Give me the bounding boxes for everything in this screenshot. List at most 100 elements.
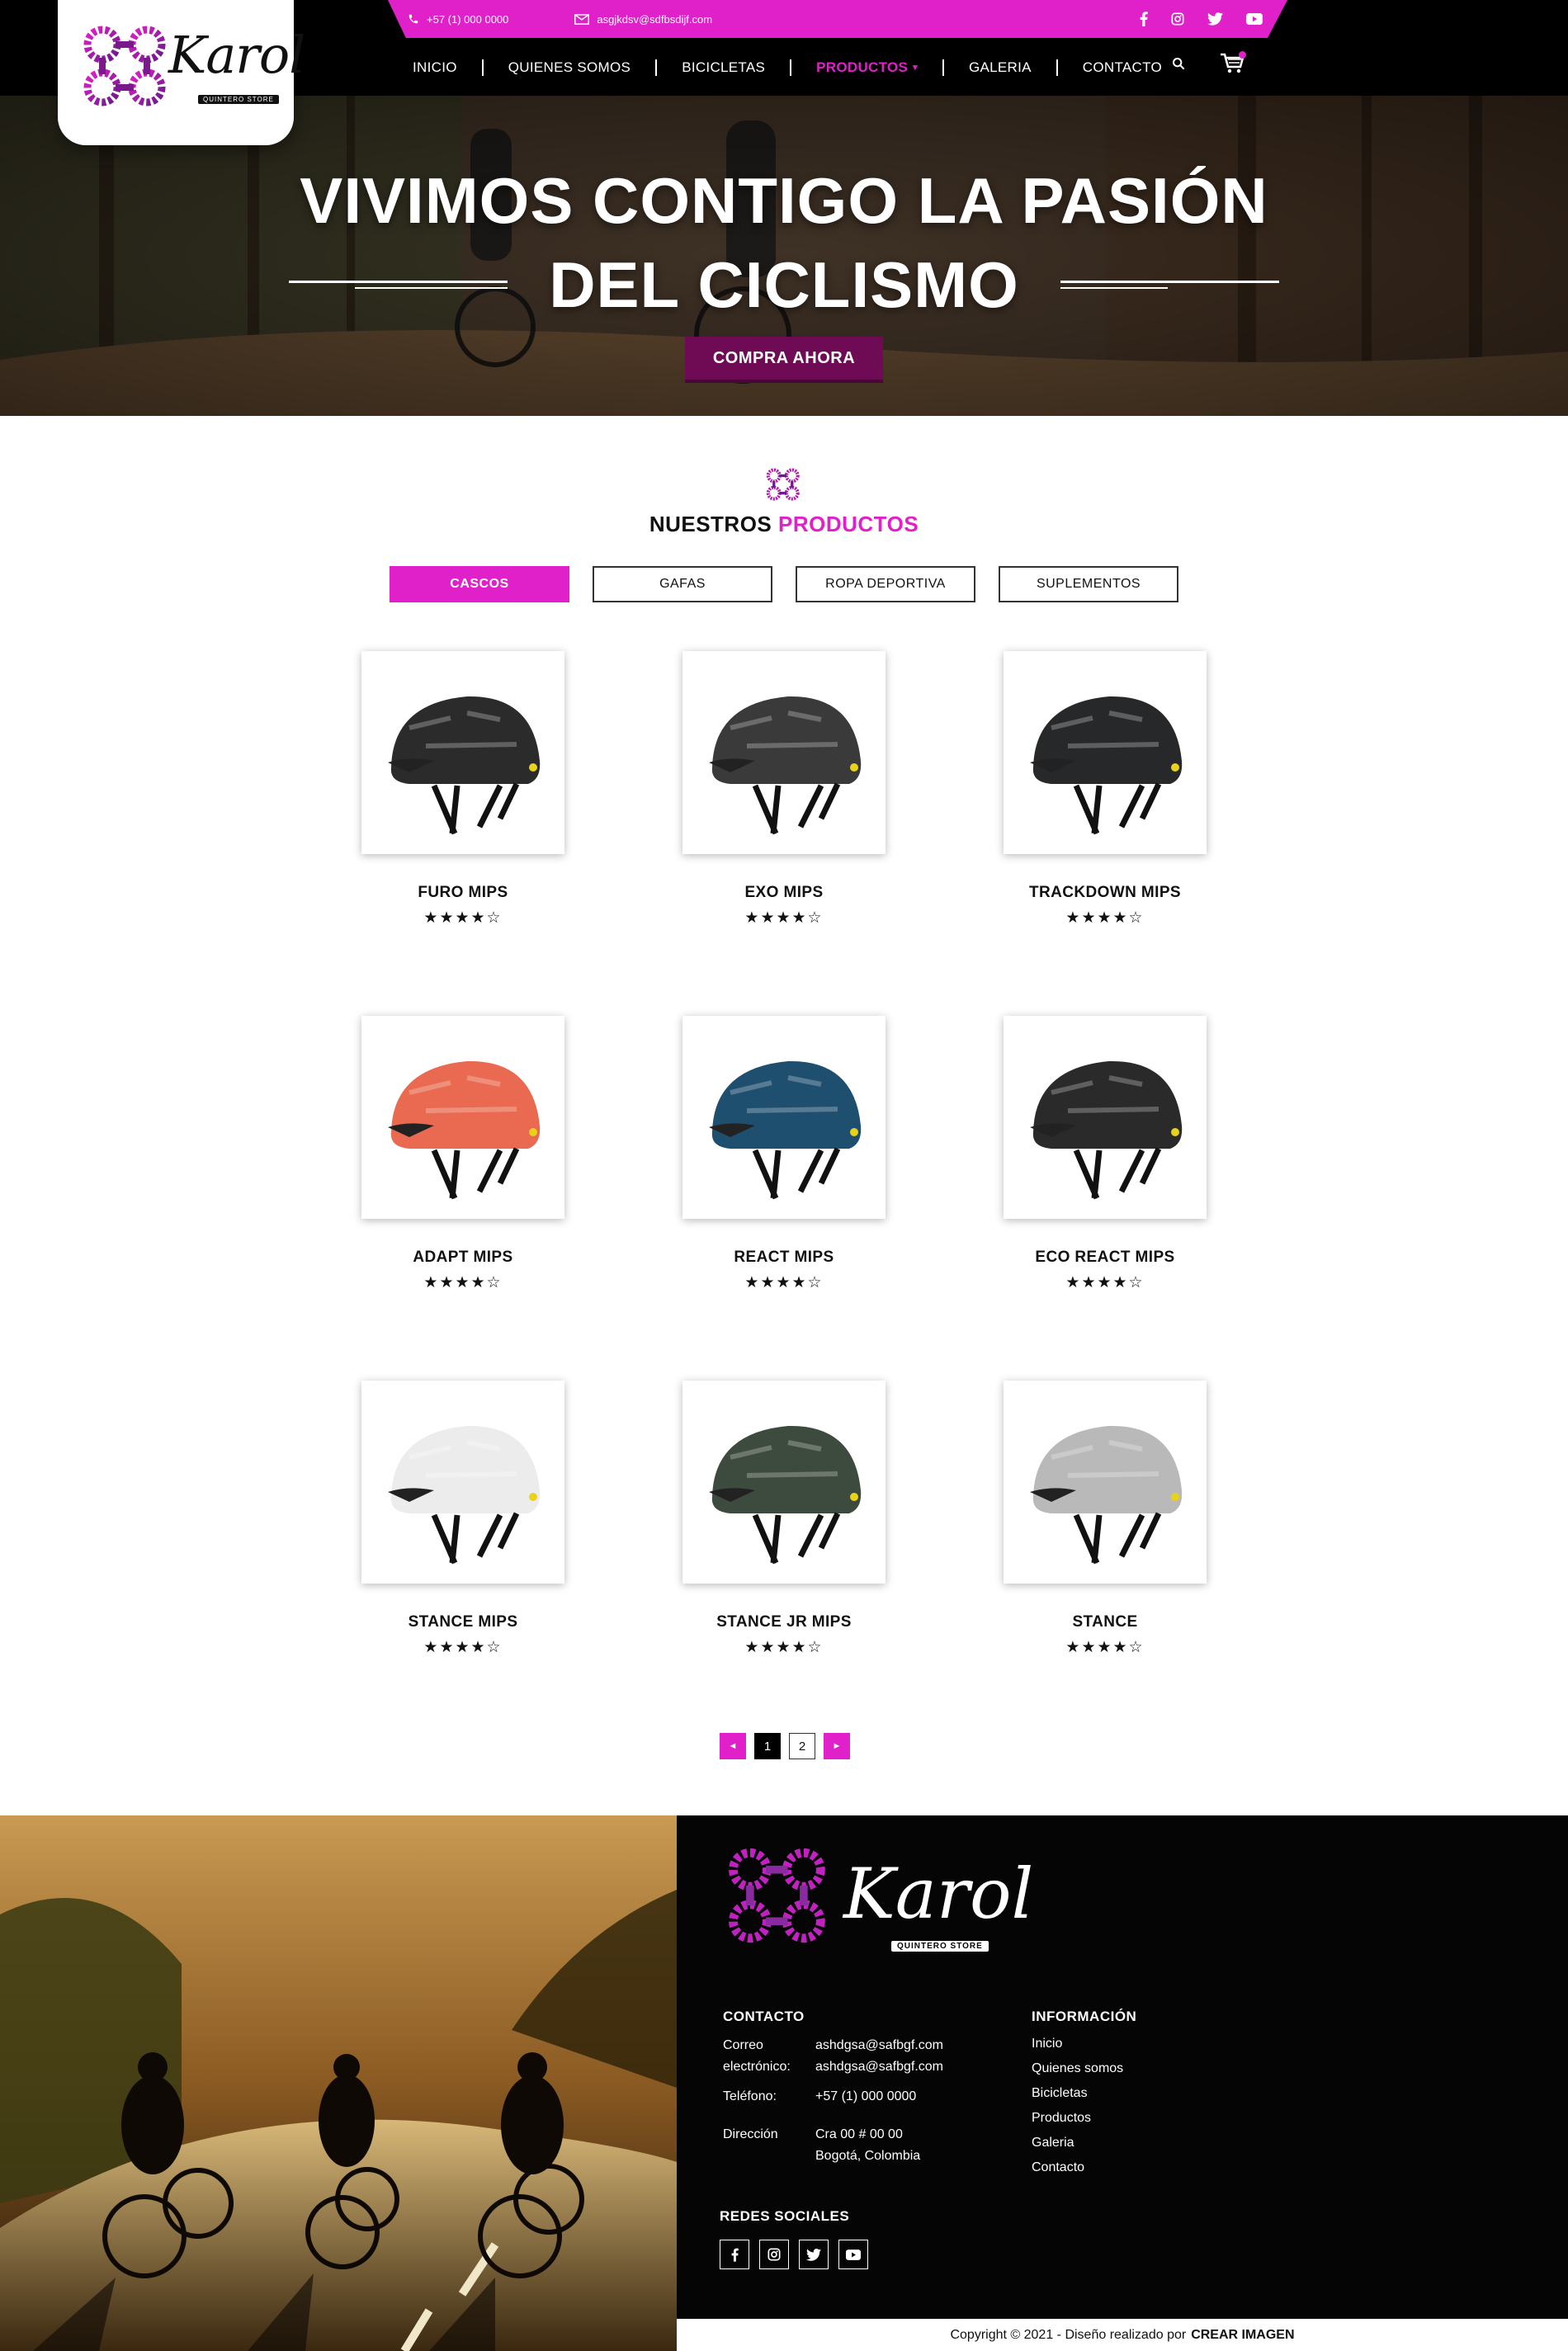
footer: Karol QUINTERO STORE CONTACTO Correo ele… <box>0 1815 1568 2351</box>
address-line-2: Bogotá, Colombia <box>815 2149 921 2163</box>
menu-item-quienes-somos[interactable]: QUIENES SOMOS <box>484 59 655 76</box>
hero-decor-line <box>355 287 508 289</box>
product-card[interactable]: TRACKDOWN MIPS ★★★★☆ <box>1004 651 1207 928</box>
prev-page-button[interactable]: ◄ <box>720 1733 746 1759</box>
hero-decor-line <box>1060 287 1168 289</box>
product-image[interactable] <box>682 1016 886 1219</box>
footer-link-bicicletas[interactable]: Bicicletas <box>1032 2081 1123 2106</box>
menu-item-inicio[interactable]: INICIO <box>388 59 482 76</box>
product-card[interactable]: STANCE ★★★★☆ <box>1004 1381 1207 1657</box>
youtube-icon[interactable] <box>1246 13 1263 25</box>
tab-ropa-deportiva[interactable]: ROPA DEPORTIVA <box>796 566 975 602</box>
logo-mark-icon <box>83 26 166 106</box>
product-name[interactable]: ADAPT MIPS <box>361 1249 564 1267</box>
footer-email-1[interactable]: ashdgsa@safbgf.com <box>815 2035 943 2056</box>
footer-social-links <box>720 2240 868 2269</box>
product-card[interactable]: EXO MIPS ★★★★☆ <box>682 651 886 928</box>
footer-link-productos[interactable]: Productos <box>1032 2106 1123 2131</box>
page-2-button[interactable]: 2 <box>789 1733 815 1759</box>
tab-cascos[interactable]: CASCOS <box>390 566 569 602</box>
product-name[interactable]: STANCE <box>1004 1613 1207 1631</box>
product-card[interactable]: STANCE MIPS ★★★★☆ <box>361 1381 564 1657</box>
menu-item-galeria[interactable]: GALERIA <box>944 59 1056 76</box>
twitter-icon[interactable] <box>1207 12 1223 26</box>
footer-logo-mark-icon <box>729 1848 825 1943</box>
product-name[interactable]: ECO REACT MIPS <box>1004 1249 1207 1267</box>
cart-badge <box>1239 51 1246 59</box>
product-image[interactable] <box>361 651 564 854</box>
buy-now-button[interactable]: COMPRA AHORA <box>685 337 883 383</box>
youtube-icon[interactable] <box>838 2240 868 2269</box>
phone-text: +57 (1) 000 0000 <box>427 12 509 26</box>
product-image[interactable] <box>1004 651 1207 854</box>
product-rating-stars: ★★★★☆ <box>423 1639 503 1656</box>
instagram-icon[interactable] <box>759 2240 789 2269</box>
mail-icon <box>574 13 590 25</box>
product-card[interactable]: ADAPT MIPS ★★★★☆ <box>361 1016 564 1292</box>
search-icon[interactable] <box>1172 57 1185 74</box>
phone-label: Teléfono: <box>723 2089 777 2103</box>
footer-link-contacto[interactable]: Contacto <box>1032 2155 1123 2180</box>
phone-contact[interactable]: +57 (1) 000 0000 <box>408 13 508 26</box>
copyright-text: Copyright © 2021 - Diseño realizado por <box>950 2327 1187 2342</box>
address-label: Dirección <box>723 2127 778 2141</box>
page-1-button[interactable]: 1 <box>754 1733 781 1759</box>
product-name[interactable]: TRACKDOWN MIPS <box>1004 884 1207 902</box>
footer-cyclists-image <box>0 1815 677 2351</box>
email-contact[interactable]: asgjkdsv@sdfbsdijf.com <box>574 13 712 26</box>
product-name[interactable]: EXO MIPS <box>682 884 886 902</box>
product-name[interactable]: FURO MIPS <box>361 884 564 902</box>
title-plain: NUESTROS <box>649 512 772 536</box>
product-image[interactable] <box>1004 1381 1207 1584</box>
product-rating-stars: ★★★★☆ <box>744 1274 824 1291</box>
product-card[interactable]: FURO MIPS ★★★★☆ <box>361 651 564 928</box>
footer-link-galeria[interactable]: Galeria <box>1032 2131 1123 2155</box>
helmet-icon <box>388 1060 541 1200</box>
helmet-icon <box>709 1060 862 1200</box>
product-image[interactable] <box>361 1381 564 1584</box>
helmet-icon <box>1030 1060 1183 1200</box>
product-image[interactable] <box>682 1381 886 1584</box>
helmet-icon <box>1030 1425 1183 1565</box>
product-card[interactable]: REACT MIPS ★★★★☆ <box>682 1016 886 1292</box>
helmet-icon <box>1030 696 1183 835</box>
product-card[interactable]: ECO REACT MIPS ★★★★☆ <box>1004 1016 1207 1292</box>
footer-logo[interactable]: Karol QUINTERO STORE <box>726 1845 1033 1952</box>
category-tabs: CASCOS GAFAS ROPA DEPORTIVA SUPLEMENTOS <box>390 566 1178 602</box>
product-card[interactable]: STANCE JR MIPS ★★★★☆ <box>682 1381 886 1657</box>
product-image[interactable] <box>682 651 886 854</box>
instagram-icon[interactable] <box>1171 12 1184 26</box>
products-section-title: NUESTROS PRODUCTOS <box>0 512 1568 537</box>
product-name[interactable]: REACT MIPS <box>682 1249 886 1267</box>
copyright-bar: Copyright © 2021 - Diseño realizado por … <box>677 2319 1568 2351</box>
product-name[interactable]: STANCE MIPS <box>361 1613 564 1631</box>
tab-gafas[interactable]: GAFAS <box>593 566 772 602</box>
product-name[interactable]: STANCE JR MIPS <box>682 1613 886 1631</box>
footer-link-quienes-somos[interactable]: Quienes somos <box>1032 2056 1123 2081</box>
copyright-brand[interactable]: CREAR IMAGEN <box>1191 2328 1294 2343</box>
section-logo-icon <box>766 468 800 501</box>
facebook-icon[interactable] <box>720 2240 749 2269</box>
title-accent: PRODUCTOS <box>778 512 919 536</box>
cart-icon[interactable] <box>1220 51 1246 78</box>
menu-item-bicicletas[interactable]: BICICLETAS <box>657 59 790 76</box>
footer-phone[interactable]: +57 (1) 000 0000 <box>815 2086 916 2108</box>
hero-title-line1: VIVIMOS CONTIGO LA PASIÓN <box>300 164 1268 237</box>
twitter-icon[interactable] <box>799 2240 829 2269</box>
logo-text: Karol <box>168 25 305 85</box>
helmet-icon <box>709 696 862 835</box>
menu-item-contacto[interactable]: CONTACTO <box>1058 59 1187 76</box>
product-rating-stars: ★★★★☆ <box>1065 1274 1145 1291</box>
logo-tag: QUINTERO STORE <box>198 95 279 104</box>
hero-decor-line <box>1060 281 1279 283</box>
nav-icons <box>1172 51 1246 78</box>
product-image[interactable] <box>1004 1016 1207 1219</box>
facebook-icon[interactable] <box>1140 12 1148 26</box>
next-page-button[interactable]: ► <box>824 1733 850 1759</box>
footer-email-2[interactable]: ashdgsa@safbgf.com <box>815 2056 943 2078</box>
product-image[interactable] <box>361 1016 564 1219</box>
footer-link-inicio[interactable]: Inicio <box>1032 2032 1123 2056</box>
tab-suplementos[interactable]: SUPLEMENTOS <box>999 566 1178 602</box>
site-logo[interactable]: Karol QUINTERO STORE <box>58 0 305 145</box>
menu-item-productos[interactable]: PRODUCTOS <box>791 59 942 76</box>
